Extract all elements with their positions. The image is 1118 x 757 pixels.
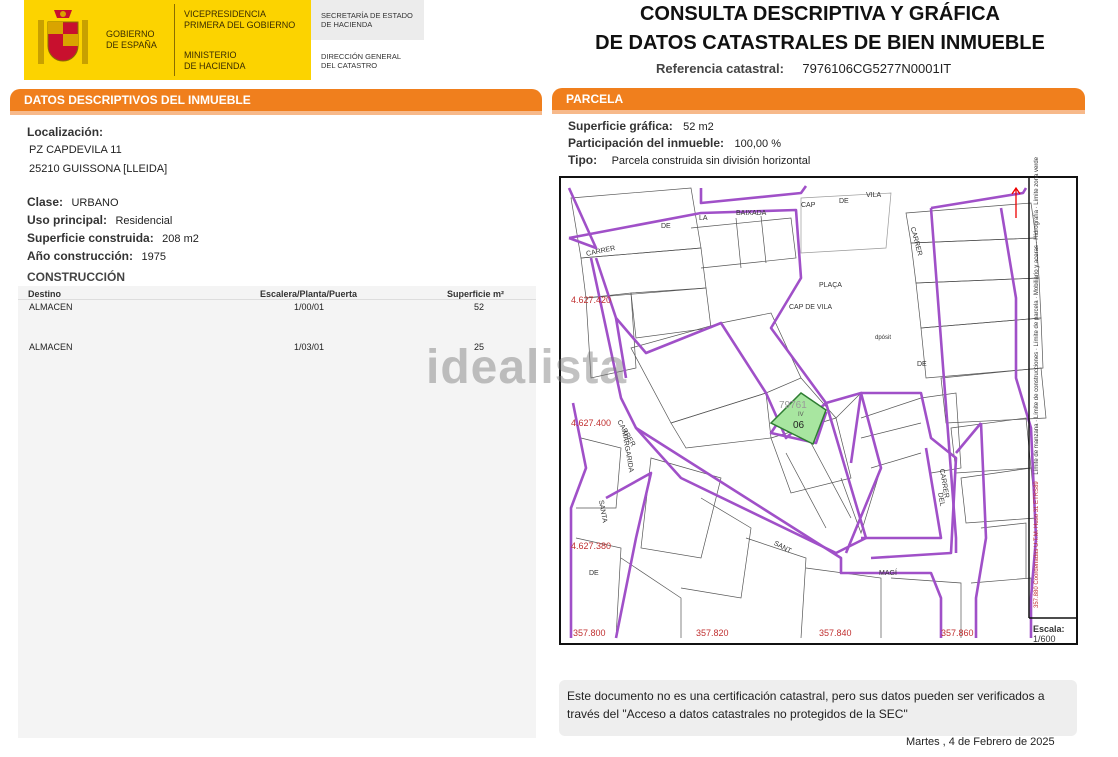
- sup-grafica-value: 52 m2: [683, 121, 714, 133]
- anio-value: 1975: [141, 251, 166, 263]
- street-label-11: dpósit: [875, 335, 892, 341]
- right-section-header: PARCELA: [552, 88, 1085, 110]
- table-row-2-destino: ALMACEN: [29, 342, 73, 352]
- col-superficie: Superficie m²: [447, 289, 505, 299]
- localizacion-label: Localización:: [27, 125, 104, 139]
- title-line2: DE DATOS CATASTRALES DE BIEN INMUEBLE: [595, 32, 1045, 54]
- parcel-ref-label: 79761: [779, 400, 807, 411]
- clase-row: Clase: URBANO: [27, 193, 119, 211]
- participacion-value: 100,00 %: [734, 138, 781, 150]
- document-date: Martes , 4 de Febrero de 2025: [906, 736, 1055, 748]
- legend-zona-verde: Límite zona verde: [1034, 157, 1040, 205]
- street-label-9: PLAÇA: [819, 282, 842, 289]
- street-label-8: CARRER: [908, 226, 923, 257]
- street-label-1: CARRER: [585, 245, 616, 258]
- uso-row: Uso principal: Residencial: [27, 211, 172, 229]
- address-line1: PZ CAPDEVILA 11: [29, 144, 122, 156]
- coord-y-1: 4.627.420: [571, 295, 612, 305]
- disclaimer-box: Este documento no es una certificación c…: [559, 680, 1077, 736]
- document-title: CONSULTA DESCRIPTIVA Y GRÁFICA DE DATOS …: [560, 0, 1080, 58]
- gov-name-line1: GOBIERNO: [106, 29, 155, 39]
- col-destino: Destino: [28, 289, 62, 299]
- legend-parcela: Límite de parcela: [1034, 300, 1040, 347]
- table-row-1-destino: ALMACEN: [29, 302, 73, 312]
- street-label-6: DE: [839, 198, 849, 205]
- gov-name-line2: DE ESPAÑA: [106, 40, 157, 50]
- legend-mobiliario: Mobiliario y aceras: [1034, 245, 1040, 296]
- direccion-line1: DIRECCIÓN GENERAL: [321, 52, 402, 61]
- clase-value: URBANO: [71, 197, 119, 209]
- coord-x-1: 357.800: [573, 628, 606, 638]
- street-label-12: DE: [917, 361, 927, 368]
- street-label-7: VILA: [866, 192, 882, 199]
- left-section-title: DATOS DESCRIPTIVOS DEL INMUEBLE: [24, 93, 251, 107]
- table-row-1-planta: 1/00/01: [294, 302, 325, 312]
- anio-label: Año construcción:: [27, 249, 134, 263]
- street-label-14: MARGARIDA: [620, 430, 635, 473]
- parcel-number-label: 06: [793, 420, 805, 431]
- vice-line1: VICEPRESIDENCIA: [184, 9, 267, 19]
- legend-construcciones: Límite de construcciones: [1034, 351, 1040, 419]
- address-line2: 25210 GUISSONA [LLEIDA]: [29, 163, 168, 175]
- sup-grafica-row: Superficie gráfica: 52 m2: [568, 117, 714, 135]
- uso-value: Residencial: [115, 215, 173, 227]
- tipo-row: Tipo: Parcela construida sin división ho…: [568, 151, 810, 169]
- cadastral-reference: Referencia catastral: 7976106CG5277N0001…: [656, 60, 951, 78]
- legend-coords: 357.880 Coordenadas U.T.M. Huso 31 ETRS8…: [1034, 481, 1040, 608]
- sup-grafica-label: Superficie gráfica:: [568, 119, 673, 133]
- street-label-17: SANT: [772, 540, 793, 555]
- superficie-label: Superficie construida:: [27, 231, 154, 245]
- anio-row: Año construcción: 1975: [27, 247, 166, 265]
- tipo-value: Parcela construida sin división horizont…: [611, 155, 811, 167]
- government-logo-block: GOBIERNO DE ESPAÑA VICEPRESIDENCIA PRIME…: [24, 0, 424, 80]
- scale-value: 1/600: [1033, 634, 1056, 644]
- participacion-row: Participación del inmueble: 100,00 %: [568, 134, 781, 152]
- disclaimer-text: Este documento no es una certificación c…: [567, 689, 1045, 721]
- cadastral-map[interactable]: CARRER DE LA BAIXADA CAP DE VILA CARRER …: [559, 157, 1078, 645]
- coord-y-2: 4.627.400: [571, 418, 612, 428]
- street-label-16: DE: [589, 570, 599, 577]
- street-label-18: MAGÍ: [879, 570, 897, 577]
- right-section-title: PARCELA: [566, 92, 624, 106]
- superficie-row: Superficie construida: 208 m2: [27, 229, 199, 247]
- uso-label: Uso principal:: [27, 213, 108, 227]
- parcel-sub-label: IV: [798, 412, 804, 418]
- vice-line2: PRIMERA DEL GOBIERNO: [184, 20, 296, 30]
- col-planta: Escalera/Planta/Puerta: [260, 289, 358, 299]
- participacion-label: Participación del inmueble:: [568, 136, 725, 150]
- table-row-2-planta: 1/03/01: [294, 342, 325, 352]
- street-label-5: CAP: [801, 202, 816, 209]
- street-label-3: LA: [699, 215, 708, 222]
- coord-x-3: 357.840: [819, 628, 852, 638]
- coord-x-4: 357.860: [941, 628, 974, 638]
- construccion-title: CONSTRUCCIÓN: [27, 270, 125, 284]
- legend-manzana: Límite de manzana: [1034, 423, 1040, 475]
- ministry-line1: MINISTERIO: [184, 50, 237, 60]
- ref-label: Referencia catastral:: [656, 61, 784, 76]
- table-row-1-superficie: 52: [474, 302, 485, 312]
- coat-of-arms-icon: [38, 10, 88, 64]
- scale-label: Escala:: [1033, 624, 1065, 634]
- map-labels: CARRER DE LA BAIXADA CAP DE VILA CARRER …: [561, 157, 1076, 644]
- legend-hidrografia: Hidrografía: [1034, 210, 1040, 240]
- ministry-line2: DE HACIENDA: [184, 61, 246, 71]
- street-label-15: SANTA: [596, 499, 608, 524]
- title-line1: CONSULTA DESCRIPTIVA Y GRÁFICA: [639, 3, 1001, 25]
- street-label-2: DE: [661, 223, 671, 230]
- idealista-watermark: idealista: [426, 341, 628, 394]
- clase-label: Clase:: [27, 195, 64, 209]
- coord-y-3: 4.627.380: [571, 541, 612, 551]
- direccion-line2: DEL CATASTRO: [321, 61, 378, 70]
- secretaria-line2: DE HACIENDA: [321, 20, 373, 29]
- map-legend: 357.880 Coordenadas U.T.M. Huso 31 ETRS8…: [1034, 157, 1040, 608]
- left-section-header: DATOS DESCRIPTIVOS DEL INMUEBLE: [10, 89, 542, 111]
- tipo-label: Tipo:: [568, 153, 598, 167]
- superficie-value: 208 m2: [162, 233, 199, 245]
- street-label-4: BAIXADA: [736, 210, 767, 217]
- coord-x-2: 357.820: [696, 628, 729, 638]
- secretaria-line1: SECRETARÍA DE ESTADO: [321, 11, 413, 20]
- street-label-10: CAP DE VILA: [789, 304, 833, 311]
- ref-value: 7976106CG5277N0001IT: [802, 61, 952, 76]
